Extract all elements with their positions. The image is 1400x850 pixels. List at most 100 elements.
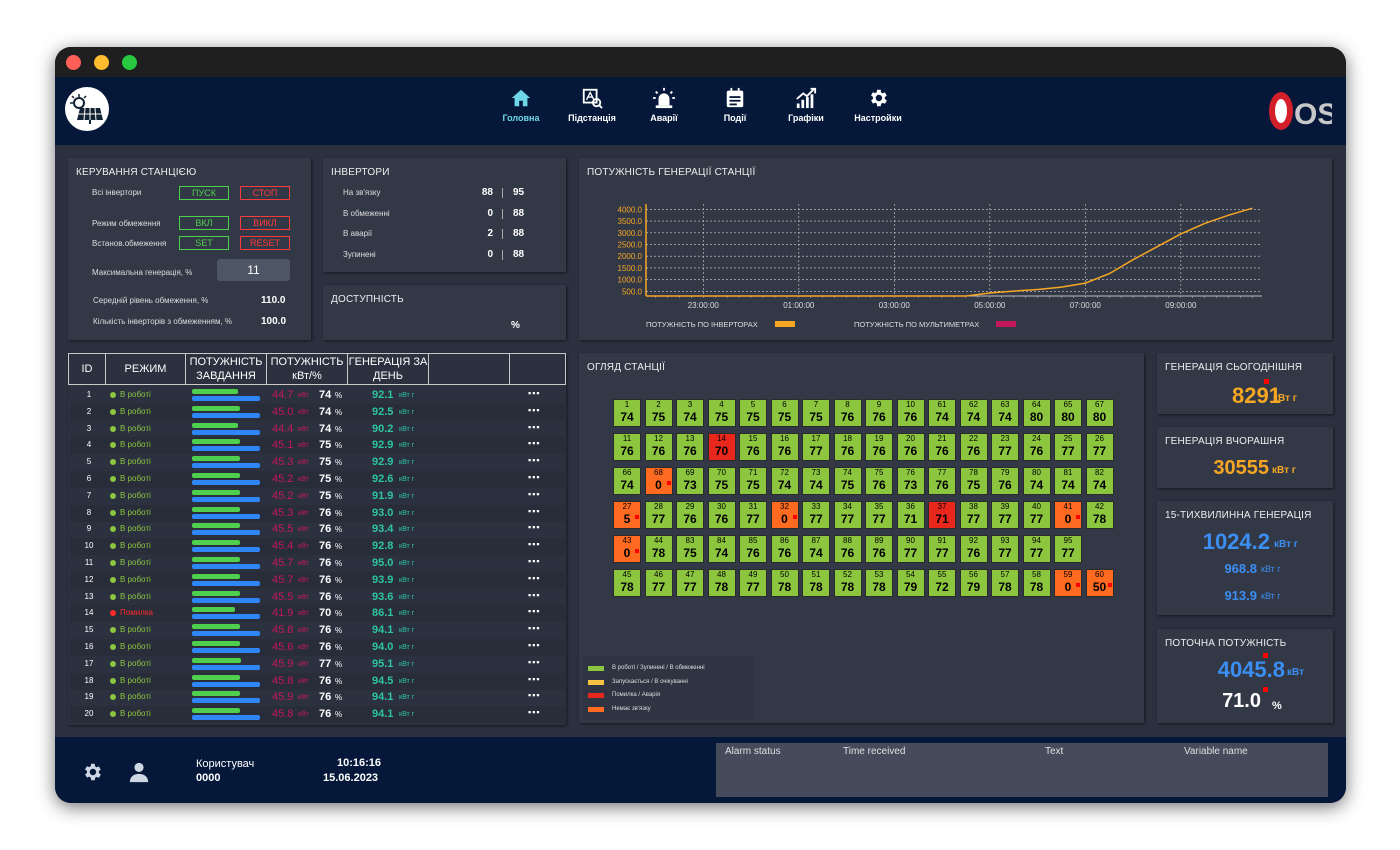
stop-button[interactable]: СТОП xyxy=(240,186,290,200)
inverter-tile[interactable]: 53 78 xyxy=(865,569,893,597)
inverter-tile[interactable]: 1 74 xyxy=(613,399,641,427)
inverter-tile[interactable]: 43 0 xyxy=(613,535,641,563)
table-row[interactable]: 7 В роботі 45.2 кВт 75% 91.9 кВт г ▪▪▪ xyxy=(70,488,565,505)
inverter-tile[interactable]: 86 76 xyxy=(770,535,799,563)
inverter-tile[interactable]: 51 78 xyxy=(802,569,830,597)
inverter-tile[interactable]: 20 76 xyxy=(896,433,925,461)
inverter-tile[interactable]: 17 77 xyxy=(802,433,830,461)
table-row[interactable]: 1 В роботі 44.7 кВт 74% 92.1 кВт г ▪▪▪ xyxy=(70,387,565,404)
inverter-tile[interactable]: 61 74 xyxy=(928,399,956,427)
inverter-tile[interactable]: 74 75 xyxy=(833,467,862,495)
maximize-window-button[interactable] xyxy=(122,55,137,70)
inverter-tile[interactable]: 7 75 xyxy=(802,399,830,427)
table-row[interactable]: 11 В роботі 45.7 кВт 76% 95.0 кВт г ▪▪▪ xyxy=(70,555,565,572)
limit-on-button[interactable]: ВКЛ xyxy=(179,216,229,230)
inverter-tile[interactable]: 42 78 xyxy=(1085,501,1114,529)
inverter-tile[interactable]: 4 75 xyxy=(707,399,736,427)
inverter-tile[interactable]: 89 76 xyxy=(865,535,893,563)
inverter-tile[interactable]: 34 77 xyxy=(833,501,862,529)
inverter-tile[interactable]: 19 76 xyxy=(865,433,893,461)
inverter-tile[interactable]: 32 0 xyxy=(770,501,799,529)
inverter-tile[interactable]: 8 76 xyxy=(833,399,862,427)
inverter-tile[interactable]: 94 77 xyxy=(1022,535,1051,563)
table-row[interactable]: 20 В роботі 45.8 кВт 76% 94.1 кВт г ▪▪▪ xyxy=(70,706,565,723)
reset-button[interactable]: RESET xyxy=(240,236,290,250)
inverter-tile[interactable]: 75 76 xyxy=(865,467,893,495)
inverter-tile[interactable]: 90 77 xyxy=(896,535,925,563)
inverter-tile[interactable]: 14 70 xyxy=(707,433,736,461)
inverter-tile[interactable]: 76 73 xyxy=(896,467,925,495)
inverter-tile[interactable]: 35 77 xyxy=(865,501,893,529)
inverter-tile[interactable]: 29 76 xyxy=(676,501,704,529)
inverter-tile[interactable]: 33 77 xyxy=(802,501,830,529)
table-row[interactable]: 4 В роботі 45.1 кВт 75% 92.9 кВт г ▪▪▪ xyxy=(70,437,565,455)
inverter-tile[interactable]: 72 74 xyxy=(770,467,799,495)
inverter-tile[interactable]: 65 80 xyxy=(1054,399,1082,427)
inverter-tile[interactable]: 63 74 xyxy=(991,399,1019,427)
more-options-icon[interactable]: ▪▪▪ xyxy=(528,640,541,650)
more-options-icon[interactable]: ▪▪▪ xyxy=(528,556,541,566)
more-options-icon[interactable]: ▪▪▪ xyxy=(528,623,541,633)
more-options-icon[interactable]: ▪▪▪ xyxy=(528,405,541,415)
inverter-tile[interactable]: 80 74 xyxy=(1022,467,1051,495)
set-button[interactable]: SET xyxy=(179,236,229,250)
table-row[interactable]: 17 В роботі 45.9 кВт 77% 95.1 кВт г ▪▪▪ xyxy=(70,656,565,673)
more-options-icon[interactable]: ▪▪▪ xyxy=(528,573,541,583)
nav-alarm[interactable]: Аварії xyxy=(632,87,696,123)
inverter-tile[interactable]: 70 75 xyxy=(707,467,736,495)
inverter-tile[interactable]: 5 75 xyxy=(739,399,767,427)
inverter-tile[interactable]: 48 78 xyxy=(707,569,736,597)
more-options-icon[interactable]: ▪▪▪ xyxy=(528,690,541,700)
more-options-icon[interactable]: ▪▪▪ xyxy=(528,522,541,532)
inverter-tile[interactable]: 275 xyxy=(644,399,673,427)
inverter-tile[interactable]: 22 76 xyxy=(959,433,988,461)
inverter-tile[interactable]: 9 76 xyxy=(865,399,893,427)
inverter-tile[interactable]: 44 78 xyxy=(644,535,673,563)
nav-charts[interactable]: Графіки xyxy=(774,87,838,123)
nav-settings[interactable]: Настройки xyxy=(846,87,910,123)
inverter-tile[interactable]: 50 78 xyxy=(770,569,799,597)
inverter-tile[interactable]: 39 77 xyxy=(991,501,1019,529)
alarm-col-text[interactable]: Text xyxy=(1045,746,1063,757)
inverter-tile[interactable]: 92 76 xyxy=(959,535,988,563)
alarm-col-status[interactable]: Alarm status xyxy=(725,746,781,757)
table-row[interactable]: 16 В роботі 45.6 кВт 76% 94.0 кВт г ▪▪▪ xyxy=(70,639,565,656)
more-options-icon[interactable]: ▪▪▪ xyxy=(528,472,541,482)
inverter-tile[interactable]: 78 75 xyxy=(959,467,988,495)
inverter-tile[interactable]: 67 80 xyxy=(1085,399,1114,427)
minimize-window-button[interactable] xyxy=(94,55,109,70)
alarm-col-variable[interactable]: Variable name xyxy=(1184,746,1248,757)
inverter-tile[interactable]: 6 75 xyxy=(770,399,799,427)
inverter-tile[interactable]: 26 77 xyxy=(1085,433,1114,461)
inverter-tile[interactable]: 81 74 xyxy=(1054,467,1082,495)
user-icon[interactable] xyxy=(128,761,150,788)
inverter-tile[interactable]: 69 73 xyxy=(676,467,704,495)
inverter-tile[interactable]: 46 77 xyxy=(644,569,673,597)
close-window-button[interactable] xyxy=(66,55,81,70)
alarm-table[interactable]: Alarm status Time received Text Variable… xyxy=(716,743,1328,797)
table-row[interactable]: 8 В роботі 45.3 кВт 76% 93.0 кВт г ▪▪▪ xyxy=(70,504,565,522)
inverter-tile[interactable]: 54 79 xyxy=(896,569,925,597)
inverter-tile[interactable]: 49 77 xyxy=(739,569,767,597)
inverter-tile[interactable]: 31 77 xyxy=(739,501,767,529)
inverter-tile[interactable]: 95 77 xyxy=(1054,535,1082,563)
inverter-tile[interactable]: 24 76 xyxy=(1022,433,1051,461)
alarm-col-time[interactable]: Time received xyxy=(843,746,905,757)
inverter-tile[interactable]: 37 71 xyxy=(928,501,956,529)
inverter-tile[interactable]: 25 77 xyxy=(1054,433,1082,461)
inverter-tile[interactable]: 47 77 xyxy=(676,569,704,597)
inverter-tile[interactable]: 91 77 xyxy=(928,535,956,563)
inverter-tile[interactable]: 18 76 xyxy=(833,433,862,461)
inverter-tile[interactable]: 64 80 xyxy=(1022,399,1051,427)
more-options-icon[interactable]: ▪▪▪ xyxy=(528,506,541,516)
table-row[interactable]: 13 В роботі 45.5 кВт 76% 93.6 кВт г ▪▪▪ xyxy=(70,589,565,606)
max-generation-input[interactable]: 11 xyxy=(217,259,290,281)
inverter-tile[interactable]: 62 74 xyxy=(959,399,988,427)
inverter-tile[interactable]: 87 74 xyxy=(802,535,830,563)
inverter-tile[interactable]: 41 0 xyxy=(1054,501,1082,529)
inverter-tile[interactable]: 84 74 xyxy=(707,535,736,563)
inverter-tile[interactable]: 57 78 xyxy=(991,569,1019,597)
table-row[interactable]: 14 Помилка 41.9 кВт 70% 86.1 кВт г ▪▪▪ xyxy=(70,605,565,623)
more-options-icon[interactable]: ▪▪▪ xyxy=(528,657,541,667)
inverter-tile[interactable]: 85 76 xyxy=(739,535,767,563)
